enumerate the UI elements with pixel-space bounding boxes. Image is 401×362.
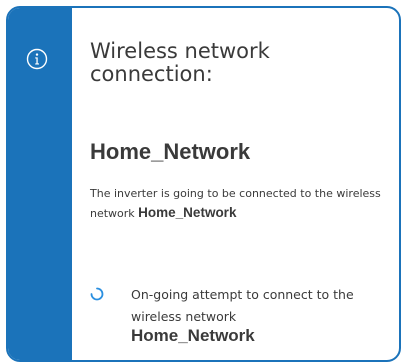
status-message: On-going attempt to connect to the wirel… — [131, 284, 391, 344]
info-icon — [26, 48, 48, 70]
description-network-name: Home_Network — [138, 205, 237, 220]
connection-dialog: Wireless network connection: Home_Networ… — [6, 6, 401, 362]
info-sidebar — [8, 8, 72, 360]
network-name-heading: Home_Network — [90, 139, 251, 164]
loading-spinner-icon — [90, 287, 104, 301]
status-text: On-going attempt to connect to the wirel… — [131, 287, 354, 324]
connection-description: The inverter is going to be connected to… — [90, 184, 395, 223]
status-network-name: Home_Network — [131, 326, 255, 345]
dialog-title: Wireless network connection: — [90, 39, 270, 86]
